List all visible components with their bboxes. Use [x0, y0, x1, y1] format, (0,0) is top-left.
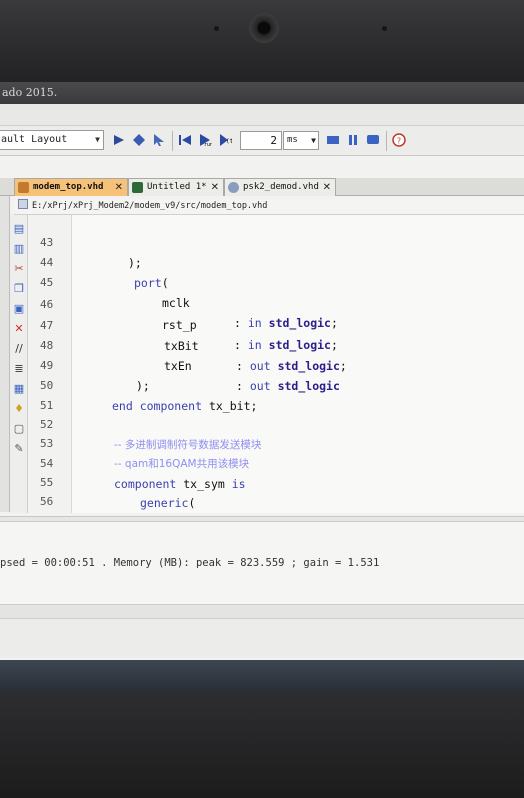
- layout-select-value: ault Layout: [1, 134, 68, 145]
- window-title: ado 2015.: [2, 86, 58, 99]
- chevron-down-icon: ▼: [95, 135, 100, 144]
- cut-icon[interactable]: ✂: [13, 263, 25, 275]
- code-line: 49 );: [28, 336, 524, 393]
- block-icon[interactable]: ▦: [13, 383, 25, 395]
- code-editor[interactable]: 43 ); 44 port( 45 mclk : in std_logic; 4…: [28, 213, 524, 529]
- tab-psk2-demod[interactable]: psk2_demod.vhd ✕: [224, 178, 336, 196]
- sensor-dot: [382, 26, 387, 31]
- code-line: 43 );: [28, 213, 524, 270]
- time-unit-value: ms: [287, 135, 298, 145]
- marker-icon[interactable]: [132, 133, 146, 147]
- svg-text:(t): (t): [226, 138, 232, 145]
- tcl-console: psed = 00:00:51 . Memory (MB): peak = 82…: [0, 522, 524, 618]
- step-icon[interactable]: [326, 133, 340, 147]
- code-line: 47 txBit : out std_logic;: [28, 296, 524, 373]
- code-line: 51: [28, 376, 524, 412]
- waveform-file-icon: [132, 182, 143, 193]
- webcam-icon: [249, 13, 279, 43]
- tab-untitled[interactable]: Untitled 1* ✕: [128, 178, 224, 196]
- delete-icon[interactable]: ✕: [13, 323, 25, 335]
- run-time-input[interactable]: 2: [240, 131, 282, 150]
- code-line: 48 txEn : out std_logic: [28, 316, 524, 393]
- svg-text:run: run: [204, 142, 212, 147]
- line-number: 56: [40, 495, 54, 508]
- help-icon[interactable]: ?: [392, 133, 406, 147]
- editor-tab-bar: modem_top.vhd ✕ Untitled 1* ✕ psk2_demod…: [0, 178, 524, 196]
- wave-tool-icon[interactable]: [112, 133, 126, 147]
- hint-icon[interactable]: ♦: [13, 403, 25, 415]
- relaunch-icon[interactable]: [366, 133, 380, 147]
- layout-select[interactable]: ault Layout ▼: [0, 130, 104, 150]
- code-line: 46 rst_p : in std_logic;: [28, 275, 524, 352]
- menu-bar: [0, 104, 524, 126]
- vhdl-file-icon: [18, 182, 29, 193]
- vhdl-file-icon: [228, 182, 239, 193]
- comment-icon[interactable]: //: [13, 343, 25, 355]
- left-panel-edge: [0, 192, 10, 512]
- code-line: 52 -- 多进制调制符号数据发送模块: [28, 395, 524, 451]
- tab-label: modem_top.vhd: [33, 182, 104, 192]
- paste-icon[interactable]: ▣: [13, 303, 25, 315]
- format-icon[interactable]: ≣: [13, 363, 25, 375]
- code-line: 54 component tx_sym is: [28, 434, 524, 491]
- code-line: 45 mclk : in std_logic;: [28, 253, 524, 330]
- vent-grille: [10, 732, 66, 738]
- close-icon[interactable]: ✕: [115, 179, 123, 196]
- os-taskbar: [0, 660, 524, 690]
- editor-toolstrip: ▤ ▥ ✂ ❐ ▣ ✕ // ≣ ▦ ♦ ▢ ✎: [10, 215, 28, 513]
- screen: ado 2015. ault Layout ▼ run (t) 2 ms ▼ ?…: [0, 82, 524, 690]
- save-icon[interactable]: ▤: [13, 223, 25, 235]
- close-icon[interactable]: ✕: [211, 179, 219, 196]
- file-path: E:/xPrj/xPrj_Modem2/modem_v9/src/modem_t…: [32, 201, 268, 211]
- time-unit-select[interactable]: ms ▼: [283, 131, 319, 150]
- title-bar: ado 2015.: [0, 82, 524, 104]
- toolbar-divider: [172, 131, 173, 151]
- console-message: psed = 00:00:51 . Memory (MB): peak = 82…: [0, 557, 380, 569]
- toolbar-divider: [386, 131, 387, 151]
- status-panel: [0, 618, 524, 658]
- pointer-icon[interactable]: [152, 133, 166, 147]
- open-icon[interactable]: ▥: [13, 243, 25, 255]
- run-all-icon[interactable]: run: [198, 133, 212, 147]
- code-line: 44 port(: [28, 233, 524, 290]
- pause-icon[interactable]: [346, 133, 360, 147]
- console-scrollbar[interactable]: [0, 604, 524, 618]
- restart-icon[interactable]: [178, 133, 192, 147]
- chevron-down-icon: ▼: [311, 136, 316, 145]
- tab-modem-top[interactable]: modem_top.vhd ✕: [14, 178, 128, 196]
- file-icon: [18, 199, 28, 209]
- copy-icon[interactable]: ❐: [13, 283, 25, 295]
- toolbar: ault Layout ▼ run (t) 2 ms ▼ ?: [0, 126, 524, 156]
- laptop-bezel-top: [0, 0, 524, 82]
- code-line: 50 end component tx_bit;: [28, 356, 524, 413]
- tab-label: Untitled 1*: [147, 182, 207, 192]
- code-line: 56 R : integer := 50: [28, 472, 524, 529]
- settings-icon[interactable]: ✎: [13, 443, 25, 455]
- code-line: 53 -- qam和16QAM共用该模块: [28, 414, 524, 470]
- svg-text:?: ?: [397, 137, 402, 146]
- tab-label: psk2_demod.vhd: [243, 182, 319, 192]
- run-for-icon[interactable]: (t): [218, 133, 232, 147]
- close-icon[interactable]: ✕: [323, 179, 331, 196]
- sensor-dot: [214, 26, 219, 31]
- laptop-bezel-bottom: [0, 690, 524, 798]
- insert-icon[interactable]: ▢: [13, 423, 25, 435]
- code-line: 55 generic(: [28, 453, 524, 510]
